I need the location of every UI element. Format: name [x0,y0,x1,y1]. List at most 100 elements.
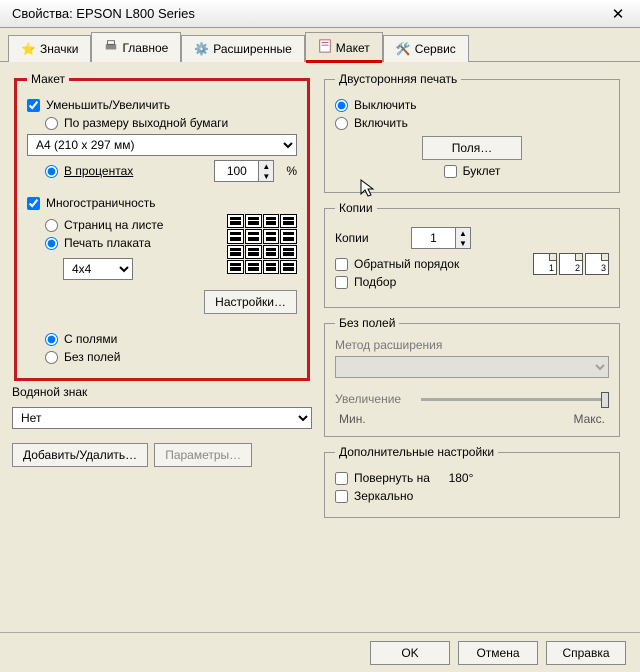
collate-label: Подбор [354,275,396,289]
ok-button[interactable]: OK [370,641,450,665]
close-button[interactable]: ✕ [602,3,634,25]
spin-up-icon[interactable]: ▲ [456,228,470,238]
reduce-enlarge-label: Уменьшить/Увеличить [46,98,170,112]
tab-znachki[interactable]: ⭐Значки [8,35,91,62]
rotate-deg: 180° [449,471,474,485]
sheet-num: 1 [549,263,554,273]
layout-icon [318,39,332,56]
borderless-legend: Без полей [335,316,399,330]
more-settings-group: Дополнительные настройки Повернуть на 18… [324,445,620,518]
rotate-label: Повернуть на [354,471,430,485]
titlebar: Свойства: EPSON L800 Series ✕ [0,0,640,28]
paper-size-select[interactable]: A4 (210 x 297 мм) [27,134,297,156]
by-percent-radio[interactable] [45,165,58,178]
tab-rasshirennye[interactable]: ⚙️Расширенные [181,35,304,62]
watermark-label-row: Водяной знак [12,385,312,399]
collate-checkbox[interactable] [335,276,348,289]
duplex-on-radio[interactable] [335,117,348,130]
duplex-on-label: Включить [354,116,408,130]
star-icon: ⭐ [21,42,36,56]
active-tab-indicator [306,60,382,63]
right-column: Двусторонняя печать Выключить Включить П… [322,72,622,626]
reverse-order-checkbox[interactable] [335,258,348,271]
max-label: Макс. [573,412,605,426]
reduce-enlarge-row: Уменьшить/Увеличить [27,98,297,112]
without-margins-radio[interactable] [45,351,58,364]
sheet-num: 2 [575,263,580,273]
duplex-legend: Двусторонняя печать [335,72,461,86]
spin-down-icon[interactable]: ▼ [456,238,470,248]
by-percent-label: В процентах [64,164,133,178]
percent-input[interactable] [214,160,258,182]
poster-size-select[interactable]: 4x4 [63,258,133,280]
with-margins-radio[interactable] [45,333,58,346]
without-margins-label: Без полей [64,350,120,364]
cursor-icon [359,178,379,200]
with-margins-label: С полями [64,332,117,346]
poster-settings-button[interactable]: Настройки… [204,290,297,314]
min-label: Мин. [339,412,366,426]
expansion-method-label: Метод расширения [335,338,609,352]
spin-down-icon[interactable]: ▼ [259,171,273,181]
window-title: Свойства: EPSON L800 Series [12,6,602,21]
multi-options-row: Страниц на листе Печать плаката 4x4 [45,214,297,284]
booklet-checkbox[interactable] [444,165,457,178]
copies-spinner[interactable]: ▲▼ [411,227,471,249]
poster-radio[interactable] [45,237,58,250]
multipage-label: Многостраничность [46,196,156,210]
watermark-add-button[interactable]: Добавить/Удалить… [12,443,148,467]
spin-up-icon[interactable]: ▲ [259,161,273,171]
poster-preview-icon [227,214,297,274]
zoom-label: Увеличение [335,392,415,406]
tab-label: Макет [336,41,370,55]
watermark-select[interactable]: Нет [12,407,312,429]
layout-group: Макет Уменьшить/Увеличить По размеру вых… [14,72,310,381]
cancel-button[interactable]: Отмена [458,641,538,665]
copies-input[interactable] [411,227,455,249]
multipage-row: Многостраничность [27,196,297,210]
tab-label: Главное [122,41,168,55]
tab-maket[interactable]: Макет [305,32,383,62]
tab-strip: ⭐Значки Главное ⚙️Расширенные Макет 🛠️Се… [0,28,640,62]
tab-label: Расширенные [213,42,292,56]
multipage-checkbox[interactable] [27,197,40,210]
reduce-enlarge-checkbox[interactable] [27,99,40,112]
by-output-label: По размеру выходной бумаги [64,116,228,130]
mirror-checkbox[interactable] [335,490,348,503]
percent-sign: % [286,164,297,178]
watermark-params-button[interactable]: Параметры… [154,443,252,467]
tab-label: Сервис [415,42,456,56]
copies-group: Копии Копии ▲▼ Обратный порядок Подбор 1 [324,201,620,308]
zoom-slider[interactable] [421,398,609,401]
slider-thumb[interactable] [601,392,609,408]
paper-select-row: A4 (210 x 297 мм) [27,134,297,156]
borderless-group: Без полей Метод расширения Увеличение Ми… [324,316,620,437]
duplex-group: Двусторонняя печать Выключить Включить П… [324,72,620,193]
printer-icon [104,39,118,56]
duplex-off-radio[interactable] [335,99,348,112]
dialog-body: Макет Уменьшить/Увеличить По размеру вых… [0,62,640,632]
left-column: Макет Уменьшить/Увеличить По размеру вых… [12,72,312,626]
more-legend: Дополнительные настройки [335,445,498,459]
sheet-num: 3 [601,263,606,273]
dialog-footer: OK Отмена Справка [0,632,640,672]
tab-servis[interactable]: 🛠️Сервис [383,35,469,62]
slider-scale: Мин. Макс. [339,412,605,426]
by-output-radio[interactable] [45,117,58,130]
booklet-label: Буклет [463,164,501,178]
duplex-margins-button[interactable]: Поля… [422,136,522,160]
tab-glavnoe[interactable]: Главное [91,32,181,62]
copies-legend: Копии [335,201,377,215]
watermark-label: Водяной знак [12,385,87,399]
rotate-checkbox[interactable] [335,472,348,485]
mirror-label: Зеркально [354,489,413,503]
expansion-method-select [335,356,609,378]
copies-label: Копии [335,231,405,245]
collate-preview-icon: 1 2 3 [533,253,609,275]
help-button[interactable]: Справка [546,641,626,665]
pages-sheet-radio[interactable] [45,219,58,232]
duplex-off-label: Выключить [354,98,416,112]
by-output-row: По размеру выходной бумаги [45,116,297,130]
dialog-window: Свойства: EPSON L800 Series ✕ ⭐Значки Гл… [0,0,640,672]
percent-spinner[interactable]: ▲▼ [214,160,274,182]
